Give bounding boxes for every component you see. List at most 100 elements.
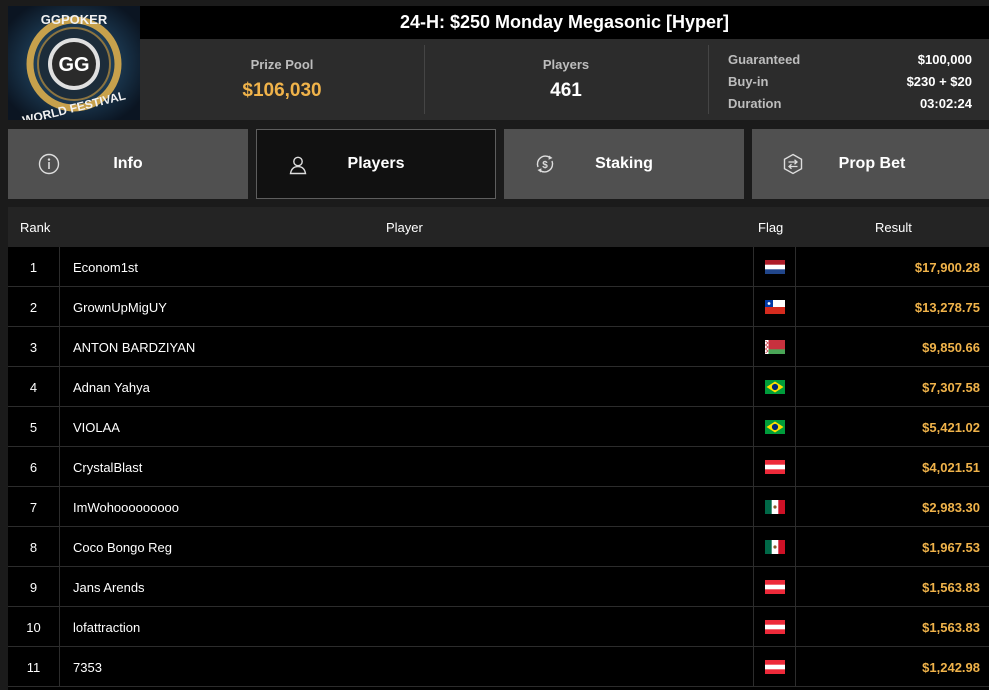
rank-cell: 3: [8, 327, 60, 367]
rank-cell: 9: [8, 567, 60, 607]
rank-cell: 11: [8, 647, 60, 687]
flag-cell: [753, 567, 795, 607]
table-row[interactable]: 4 Adnan Yahya $7,307.58: [8, 367, 989, 407]
prize-pool-stat: Prize Pool $106,030: [140, 39, 424, 120]
players-label: Players: [542, 57, 590, 72]
player-name-cell[interactable]: lofattraction: [60, 607, 753, 647]
tournament-details: Guaranteed $100,000 Buy-in $230 + $20 Du…: [728, 48, 972, 114]
player-name-cell[interactable]: ImWohooooooooo: [60, 487, 753, 527]
rank-cell: 8: [8, 527, 60, 567]
chile-flag: [764, 300, 785, 314]
flag-cell: [753, 647, 795, 687]
tab-players[interactable]: Players: [256, 129, 496, 199]
austria-flag: [764, 620, 785, 634]
player-name-cell[interactable]: Coco Bongo Reg: [60, 527, 753, 567]
flag-cell: [753, 607, 795, 647]
result-cell: $5,421.02: [795, 407, 989, 447]
table-row[interactable]: 11 7353 $1,242.98: [8, 647, 989, 687]
tournament-stats-panel: Prize Pool $106,030 Players 461 Guarante…: [140, 39, 989, 120]
player-name-cell[interactable]: CrystalBlast: [60, 447, 753, 487]
player-name-cell[interactable]: VIOLAA: [60, 407, 753, 447]
result-cell: $9,850.66: [795, 327, 989, 367]
austria-flag: [764, 660, 785, 674]
header-rank: Rank: [20, 220, 51, 235]
mexico-flag: [764, 500, 785, 514]
prize-pool-label: Prize Pool: [250, 57, 314, 72]
detail-label: Duration: [728, 95, 782, 111]
rank-cell: 6: [8, 447, 60, 487]
player-name-cell[interactable]: GrownUpMigUY: [60, 287, 753, 327]
flag-cell: [753, 527, 795, 567]
detail-label: Guaranteed: [728, 51, 801, 67]
header-flag: Flag: [758, 220, 784, 235]
header-player: Player: [386, 220, 423, 235]
ggpoker-world-festival-logo: GG GGPOKER WORLD FESTIVAL: [8, 6, 140, 120]
table-row[interactable]: 8 Coco Bongo Reg $1,967.53: [8, 527, 989, 567]
dollar-cycle-icon: $: [536, 155, 554, 173]
rank-cell: 7: [8, 487, 60, 527]
result-cell: $13,278.75: [795, 287, 989, 327]
players-stat: Players 461: [424, 39, 708, 120]
mexico-flag: [764, 540, 785, 554]
table-row[interactable]: 1 Econom1st $17,900.28: [8, 247, 989, 287]
table-header: Rank Player Flag Result: [8, 207, 989, 247]
detail-row-guaranteed: Guaranteed $100,000: [728, 48, 972, 70]
table-row[interactable]: 10 lofattraction $1,563.83: [8, 607, 989, 647]
flag-cell: [753, 447, 795, 487]
result-cell: $4,021.51: [795, 447, 989, 487]
player-name-cell[interactable]: ANTON BARDZIYAN: [60, 327, 753, 367]
austria-flag: [764, 460, 785, 474]
result-cell: $1,242.98: [795, 647, 989, 687]
player-name-cell[interactable]: Jans Arends: [60, 567, 753, 607]
info-icon: [38, 153, 60, 175]
tab-label: Staking: [595, 155, 653, 172]
logo-center-text: GG: [58, 54, 89, 76]
belarus-flag: [764, 340, 785, 354]
netherlands-flag: [764, 260, 785, 274]
austria-flag: [764, 580, 785, 594]
tab-label: Info: [113, 155, 143, 172]
result-cell: $1,967.53: [795, 527, 989, 567]
result-cell: $7,307.58: [795, 367, 989, 407]
tab-info[interactable]: Info: [8, 129, 248, 199]
table-row[interactable]: 9 Jans Arends $1,563.83: [8, 567, 989, 607]
result-cell: $1,563.83: [795, 567, 989, 607]
tab-label: Prop Bet: [838, 155, 906, 172]
tab-label: Players: [347, 155, 405, 172]
table-row[interactable]: 6 CrystalBlast $4,021.51: [8, 447, 989, 487]
prop-bet-icon: [783, 153, 803, 175]
rank-cell: 5: [8, 407, 60, 447]
rank-cell: 10: [8, 607, 60, 647]
detail-value: $100,000: [917, 51, 972, 67]
user-icon: [289, 156, 307, 175]
table-row[interactable]: 3 ANTON BARDZIYAN $9,850.66: [8, 327, 989, 367]
rank-cell: 4: [8, 367, 60, 407]
flag-cell: [753, 327, 795, 367]
prize-pool-value: $106,030: [242, 80, 322, 101]
player-name-cell[interactable]: Econom1st: [60, 247, 753, 287]
table-row[interactable]: 5 VIOLAA $5,421.02: [8, 407, 989, 447]
flag-cell: [753, 407, 795, 447]
header-result: Result: [875, 220, 912, 235]
svg-text:$: $: [542, 160, 548, 171]
table-row[interactable]: 2 GrownUpMigUY $13,278.75: [8, 287, 989, 327]
player-name-cell[interactable]: Adnan Yahya: [60, 367, 753, 407]
detail-row-duration: Duration 03:02:24: [728, 92, 972, 114]
rank-cell: 2: [8, 287, 60, 327]
tab-staking[interactable]: $ Staking: [504, 129, 744, 199]
tournament-title: 24-H: $250 Monday Megasonic [Hyper]: [399, 12, 730, 32]
detail-value: 03:02:24: [919, 95, 972, 111]
logo-top-text: GGPOKER: [41, 12, 108, 27]
detail-label: Buy-in: [728, 73, 769, 89]
detail-value: $230 + $20: [906, 73, 972, 89]
detail-row-buy-in: Buy-in $230 + $20: [728, 70, 972, 92]
flag-cell: [753, 367, 795, 407]
flag-cell: [753, 287, 795, 327]
tab-prop-bet[interactable]: Prop Bet: [752, 129, 989, 199]
table-row[interactable]: 7 ImWohooooooooo $2,983.30: [8, 487, 989, 527]
result-cell: $17,900.28: [795, 247, 989, 287]
result-cell: $2,983.30: [795, 487, 989, 527]
player-name-cell[interactable]: 7353: [60, 647, 753, 687]
players-value: 461: [550, 80, 582, 101]
brazil-flag: [764, 420, 785, 434]
